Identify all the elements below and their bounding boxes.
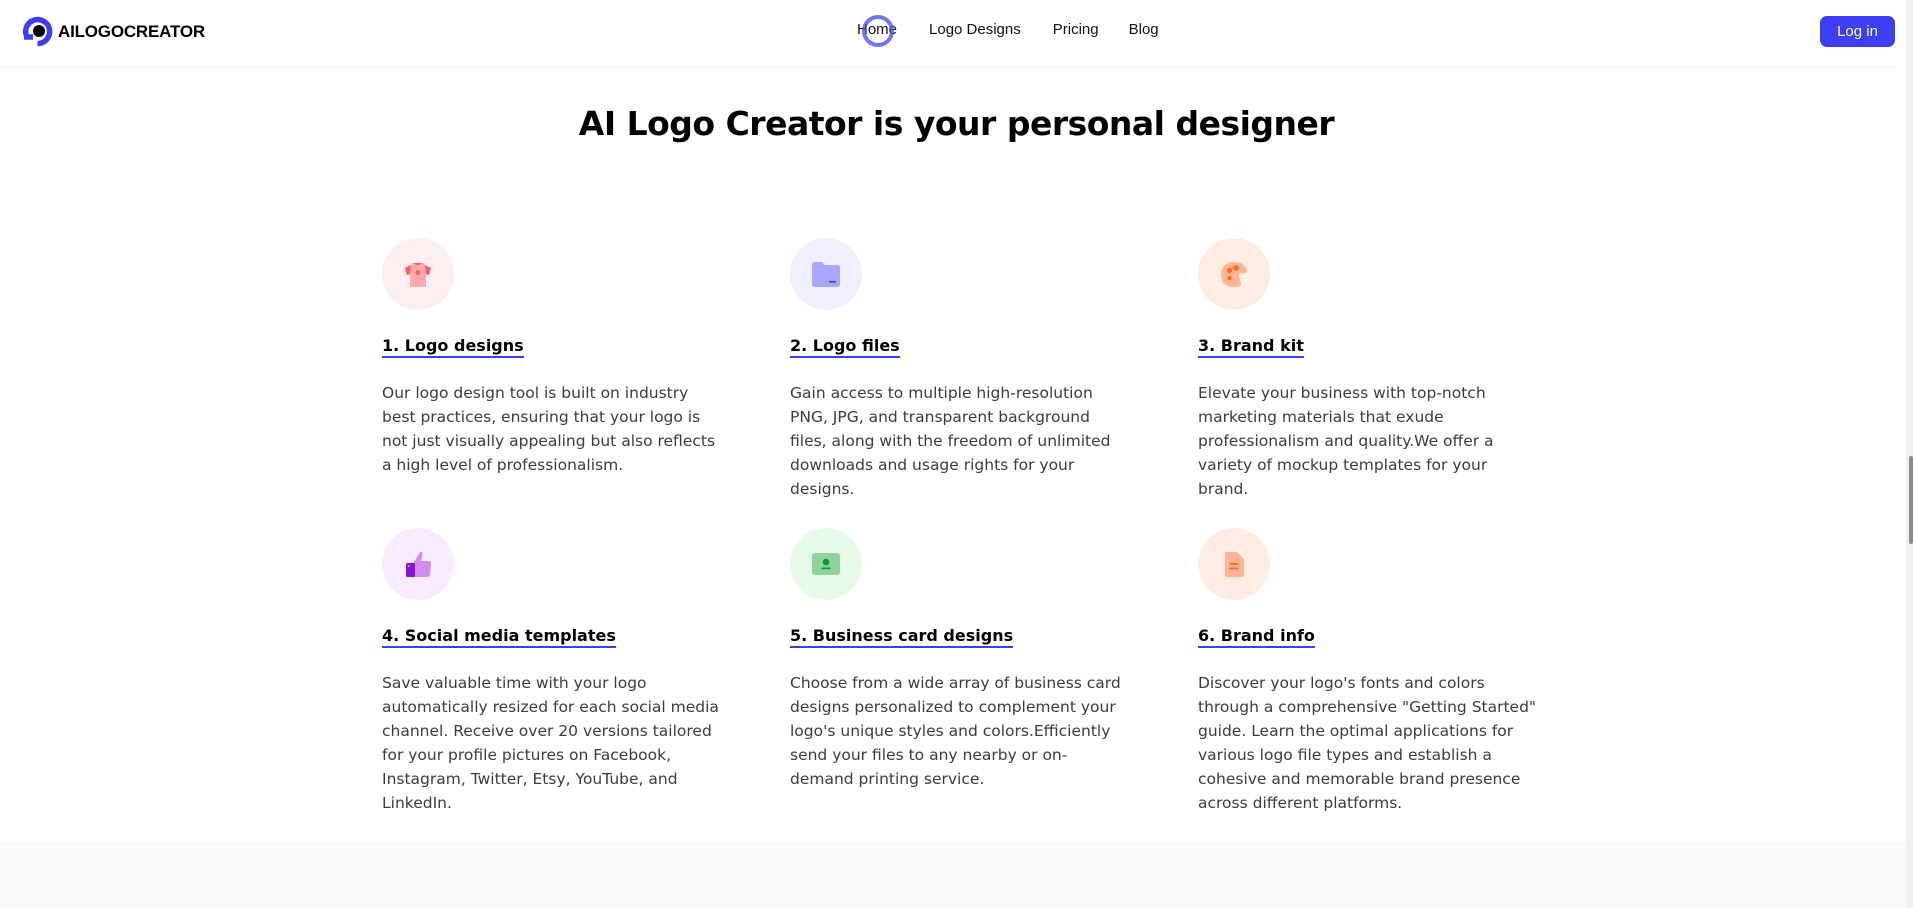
top-navbar: AILOGOCREATOR Home Logo Designs Pricing … (0, 0, 1896, 68)
nav-link-pricing[interactable]: Pricing (1053, 21, 1099, 38)
document-icon (1225, 552, 1244, 577)
feature-description: Gain access to multiple high-resolution … (790, 384, 1111, 498)
folder-icon (812, 262, 840, 287)
feature-title[interactable]: 2. Logo files (790, 336, 900, 358)
feature-description: Our logo design tool is built on industr… (382, 384, 716, 474)
feature-description: Discover your logo's fonts and colors th… (1198, 674, 1537, 812)
feature-card-logo-files: 2. Logo files Gain access to multiple hi… (790, 238, 1130, 501)
feature-title[interactable]: 3. Brand kit (1198, 336, 1304, 358)
nav-link-logo-designs[interactable]: Logo Designs (929, 21, 1021, 38)
palette-icon (1221, 262, 1247, 287)
feature-card-brand-kit: 3. Brand kit Elevate your business with … (1198, 238, 1538, 501)
page-scrollbar-track[interactable] (1906, 0, 1913, 908)
login-button[interactable]: Log in (1820, 16, 1895, 47)
t-shirt-icon (405, 263, 431, 287)
nav-link-blog[interactable]: Blog (1129, 21, 1159, 38)
feature-icon-circle (790, 528, 862, 600)
feature-description: Save valuable time with your logo automa… (382, 674, 719, 812)
feature-title[interactable]: 6. Brand info (1198, 626, 1315, 648)
feature-icon-circle (382, 528, 454, 600)
feature-title[interactable]: 4. Social media templates (382, 626, 616, 648)
page-scrollbar-thumb[interactable] (1909, 456, 1913, 544)
feature-description: Elevate your business with top-notch mar… (1198, 384, 1494, 498)
feature-icon-circle (1198, 528, 1270, 600)
thumbs-up-icon (406, 551, 431, 577)
feature-card-social-media-templates: 4. Social media templates Save valuable … (382, 528, 722, 815)
main-nav: Home Logo Designs Pricing Blog (857, 21, 1159, 38)
feature-card-business-card-designs: 5. Business card designs Choose from a w… (790, 528, 1130, 791)
next-section-background (0, 842, 1906, 908)
id-card-icon (812, 553, 840, 575)
feature-description: Choose from a wide array of business car… (790, 674, 1121, 788)
section-title: AI Logo Creator is your personal designe… (578, 104, 1335, 143)
feature-icon-circle (1198, 238, 1270, 310)
feature-icon-circle (382, 238, 454, 310)
brand-logo-link[interactable]: AILOGOCREATOR (21, 15, 205, 48)
brand-logo-icon (22, 16, 53, 47)
feature-card-logo-designs: 1. Logo designs Our logo design tool is … (382, 238, 722, 477)
feature-card-brand-info: 6. Brand info Discover your logo's fonts… (1198, 528, 1538, 815)
nav-link-home[interactable]: Home (857, 21, 897, 38)
feature-title[interactable]: 5. Business card designs (790, 626, 1014, 648)
feature-icon-circle (790, 238, 862, 310)
brand-name: AILOGOCREATOR (58, 21, 205, 41)
feature-title[interactable]: 1. Logo designs (382, 336, 524, 358)
